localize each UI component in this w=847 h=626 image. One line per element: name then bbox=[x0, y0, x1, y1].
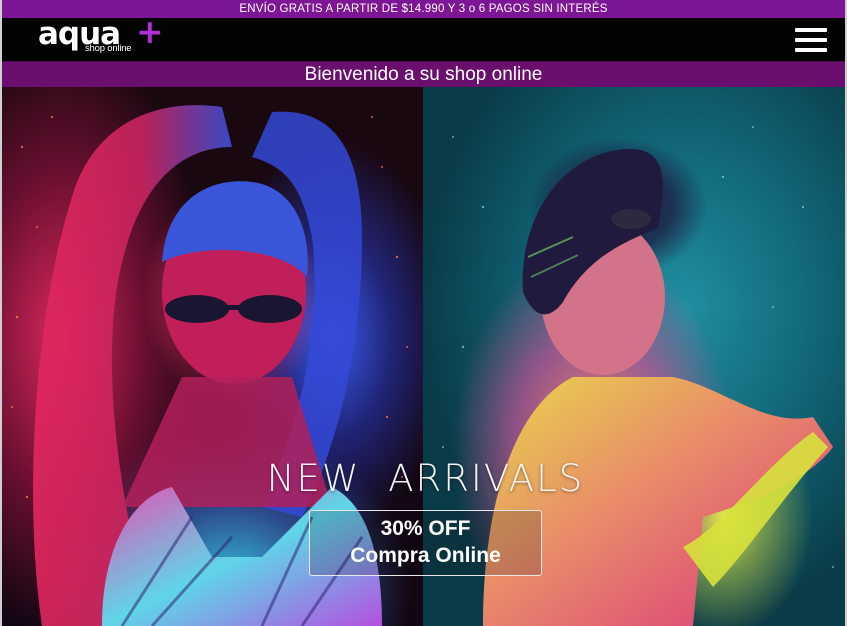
hero-banner[interactable]: NEW ARRIVALS 30% OFF Compra Online bbox=[2, 87, 845, 626]
welcome-banner: Bienvenido a su shop online bbox=[2, 61, 845, 87]
page: ENVÍO GRATIS A PARTIR DE $14.990 Y 3 o 6… bbox=[0, 0, 847, 626]
cta-label: Compra Online bbox=[350, 544, 501, 567]
promo-bar: ENVÍO GRATIS A PARTIR DE $14.990 Y 3 o 6… bbox=[2, 0, 845, 18]
site-header: aqua + shop online bbox=[2, 12, 845, 61]
welcome-text: Bienvenido a su shop online bbox=[304, 64, 543, 85]
menu-line bbox=[795, 38, 827, 42]
cta-discount-text: 30% OFF bbox=[380, 517, 471, 540]
menu-line bbox=[795, 28, 827, 32]
logo[interactable]: aqua + shop online bbox=[38, 12, 168, 61]
hamburger-menu-icon[interactable] bbox=[795, 28, 827, 52]
menu-line bbox=[795, 48, 827, 52]
buy-online-button[interactable]: 30% OFF Compra Online bbox=[309, 510, 542, 576]
logo-subtitle: shop online bbox=[85, 43, 132, 54]
promo-text: ENVÍO GRATIS A PARTIR DE $14.990 Y 3 o 6… bbox=[239, 3, 608, 15]
logo-plus-icon: + bbox=[136, 12, 164, 51]
hero-headline: NEW ARRIVALS bbox=[266, 457, 585, 500]
